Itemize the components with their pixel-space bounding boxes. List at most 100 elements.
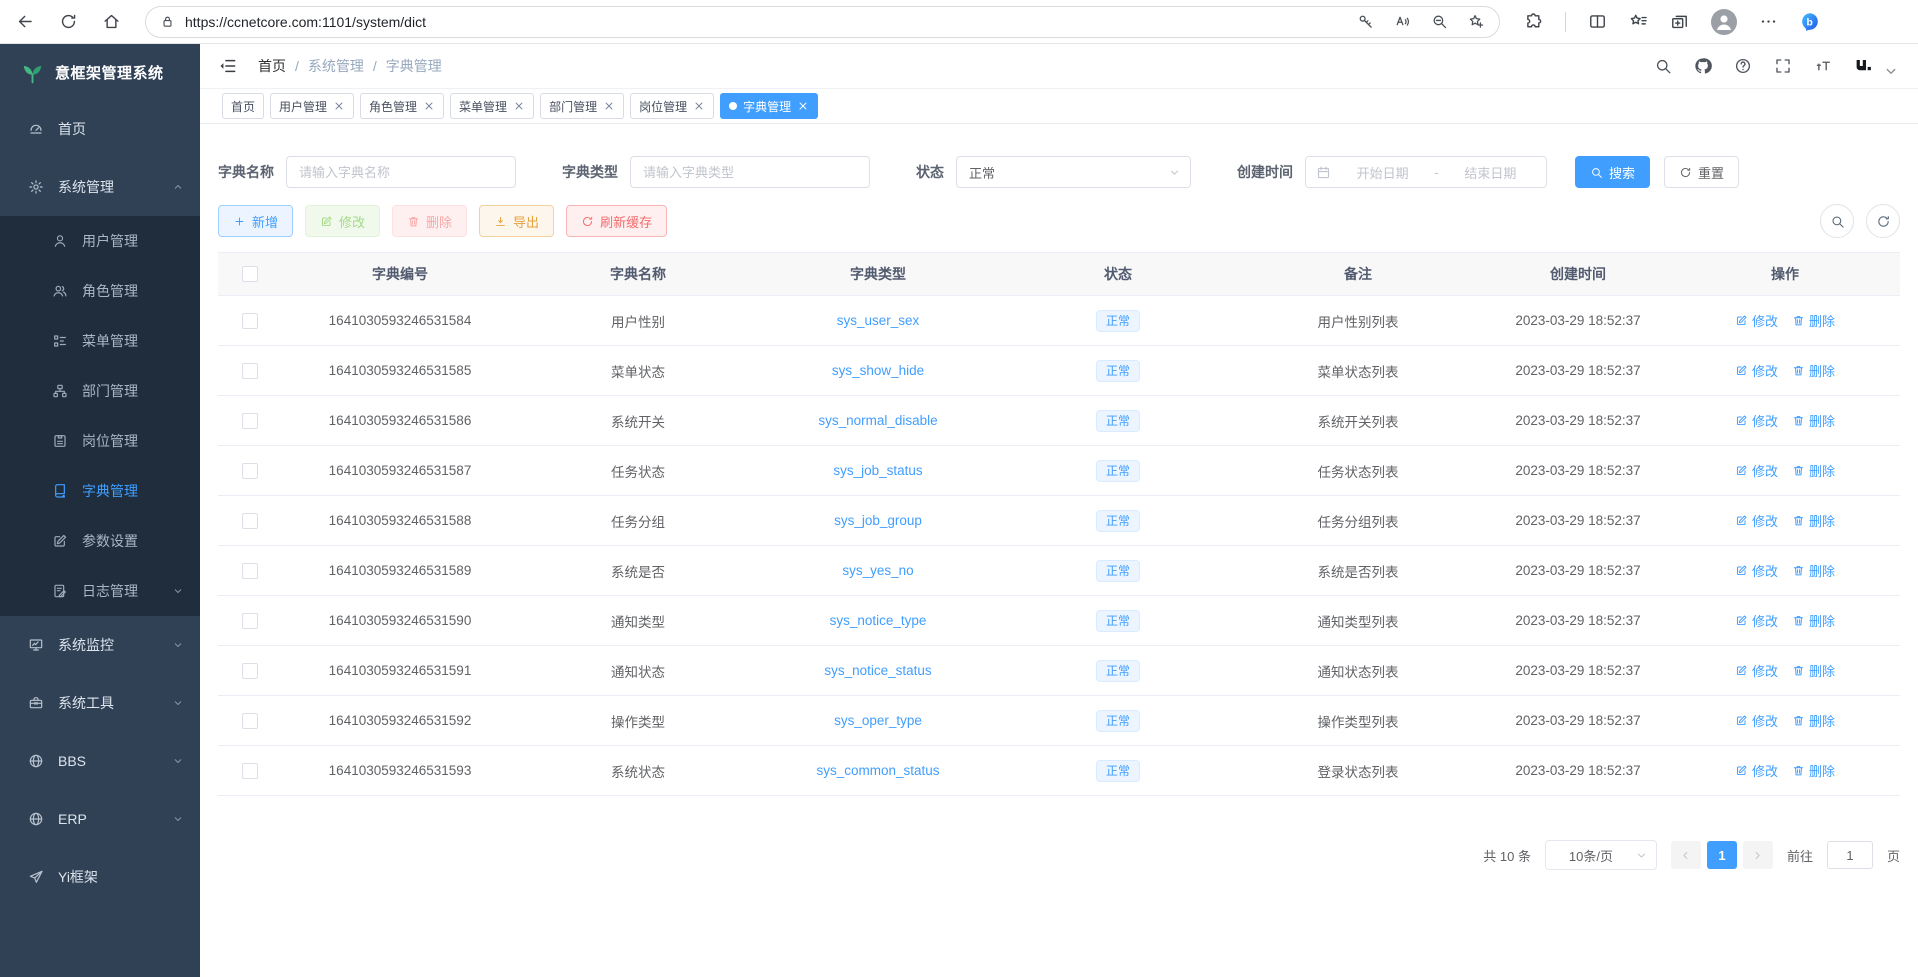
- delete-button[interactable]: 删除: [392, 205, 467, 237]
- row-edit-link[interactable]: 修改: [1735, 761, 1778, 780]
- sidebar-item-bbs[interactable]: BBS: [0, 732, 200, 790]
- row-checkbox[interactable]: [242, 763, 258, 779]
- extensions-icon[interactable]: [1524, 12, 1543, 31]
- favorites-icon[interactable]: [1629, 12, 1648, 31]
- row-edit-link[interactable]: 修改: [1735, 661, 1778, 680]
- tab-menu-mgmt[interactable]: 菜单管理: [450, 93, 534, 119]
- goto-page-input[interactable]: [1827, 841, 1873, 869]
- row-delete-link[interactable]: 删除: [1792, 761, 1835, 780]
- favorite-add-icon[interactable]: [1468, 13, 1485, 30]
- sidebar-item-post-mgmt[interactable]: 岗位管理: [0, 416, 200, 466]
- row-delete-link[interactable]: 删除: [1792, 611, 1835, 630]
- font-size-icon[interactable]: [1814, 57, 1832, 75]
- collections-icon[interactable]: [1670, 12, 1689, 31]
- zoom-out-icon[interactable]: [1431, 13, 1448, 30]
- sidebar-item-role-mgmt[interactable]: 角色管理: [0, 266, 200, 316]
- dict-type-link[interactable]: sys_common_status: [816, 763, 939, 778]
- browser-back-icon[interactable]: [16, 12, 35, 31]
- row-delete-link[interactable]: 删除: [1792, 711, 1835, 730]
- tab-dict-mgmt[interactable]: 字典管理: [720, 93, 818, 119]
- select-all-checkbox[interactable]: [242, 266, 258, 282]
- more-options-icon[interactable]: [1759, 12, 1778, 31]
- tab-dept-mgmt[interactable]: 部门管理: [540, 93, 624, 119]
- add-button[interactable]: 新增: [218, 205, 293, 237]
- row-delete-link[interactable]: 删除: [1792, 661, 1835, 680]
- row-delete-link[interactable]: 删除: [1792, 311, 1835, 330]
- dict-type-link[interactable]: sys_job_group: [834, 513, 922, 528]
- row-delete-link[interactable]: 删除: [1792, 561, 1835, 580]
- dict-type-link[interactable]: sys_show_hide: [832, 363, 924, 378]
- row-checkbox[interactable]: [242, 463, 258, 479]
- dict-type-link[interactable]: sys_yes_no: [842, 563, 913, 578]
- browser-refresh-icon[interactable]: [59, 12, 78, 31]
- password-key-icon[interactable]: [1357, 13, 1374, 30]
- row-edit-link[interactable]: 修改: [1735, 411, 1778, 430]
- dict-type-link[interactable]: sys_notice_status: [824, 663, 931, 678]
- sidebar-item-system-monitor[interactable]: 系统监控: [0, 616, 200, 674]
- sidebar-item-yi-framework[interactable]: Yi框架: [0, 848, 200, 906]
- edit-button[interactable]: 修改: [305, 205, 380, 237]
- profile-avatar[interactable]: [1711, 9, 1737, 35]
- search-button[interactable]: 搜索: [1575, 156, 1650, 188]
- sidebar-item-system-mgmt[interactable]: 系统管理: [0, 158, 200, 216]
- row-edit-link[interactable]: 修改: [1735, 361, 1778, 380]
- row-edit-link[interactable]: 修改: [1735, 711, 1778, 730]
- dict-type-link[interactable]: sys_normal_disable: [818, 413, 937, 428]
- header-search-icon[interactable]: [1654, 57, 1672, 75]
- row-delete-link[interactable]: 删除: [1792, 361, 1835, 380]
- row-checkbox[interactable]: [242, 363, 258, 379]
- dict-type-link[interactable]: sys_oper_type: [834, 713, 922, 728]
- page-number-button[interactable]: 1: [1707, 841, 1737, 869]
- address-bar[interactable]: https://ccnetcore.com:1101/system/dict: [145, 6, 1500, 38]
- show-search-button[interactable]: [1820, 204, 1854, 238]
- prev-page-button[interactable]: [1671, 841, 1701, 869]
- fullscreen-icon[interactable]: [1774, 57, 1792, 75]
- dict-type-link[interactable]: sys_user_sex: [837, 313, 920, 328]
- row-delete-link[interactable]: 删除: [1792, 411, 1835, 430]
- row-edit-link[interactable]: 修改: [1735, 511, 1778, 530]
- row-edit-link[interactable]: 修改: [1735, 461, 1778, 480]
- page-size-select[interactable]: 10条/页: [1545, 840, 1657, 870]
- export-button[interactable]: 导出: [479, 205, 554, 237]
- bing-chat-icon[interactable]: b: [1800, 12, 1819, 31]
- sidebar-item-param-config[interactable]: 参数设置: [0, 516, 200, 566]
- reset-button[interactable]: 重置: [1664, 156, 1739, 188]
- tab-home[interactable]: 首页: [222, 93, 264, 119]
- github-icon[interactable]: [1694, 57, 1712, 75]
- dict-name-input[interactable]: [286, 156, 516, 188]
- row-checkbox[interactable]: [242, 563, 258, 579]
- sidebar-item-user-mgmt[interactable]: 用户管理: [0, 216, 200, 266]
- next-page-button[interactable]: [1743, 841, 1773, 869]
- help-icon[interactable]: [1734, 57, 1752, 75]
- sidebar-fold-icon[interactable]: [218, 56, 238, 76]
- row-checkbox[interactable]: [242, 613, 258, 629]
- row-edit-link[interactable]: 修改: [1735, 311, 1778, 330]
- user-logo-avatar[interactable]: [1854, 57, 1872, 75]
- dict-type-input[interactable]: [630, 156, 870, 188]
- sidebar-item-erp[interactable]: ERP: [0, 790, 200, 848]
- row-edit-link[interactable]: 修改: [1735, 611, 1778, 630]
- sidebar-item-dict-mgmt[interactable]: 字典管理: [0, 466, 200, 516]
- tab-role-mgmt[interactable]: 角色管理: [360, 93, 444, 119]
- refresh-table-button[interactable]: [1866, 204, 1900, 238]
- tab-post-mgmt[interactable]: 岗位管理: [630, 93, 714, 119]
- date-range-input[interactable]: 开始日期 - 结束日期: [1305, 156, 1547, 188]
- split-screen-icon[interactable]: [1588, 12, 1607, 31]
- breadcrumb-home[interactable]: 首页: [258, 56, 286, 76]
- row-delete-link[interactable]: 删除: [1792, 511, 1835, 530]
- dict-type-link[interactable]: sys_job_status: [833, 463, 922, 478]
- app-logo[interactable]: 意框架管理系统: [0, 44, 200, 100]
- sidebar-item-system-tools[interactable]: 系统工具: [0, 674, 200, 732]
- sidebar-item-log-mgmt[interactable]: 日志管理: [0, 566, 200, 616]
- row-checkbox[interactable]: [242, 513, 258, 529]
- row-checkbox[interactable]: [242, 713, 258, 729]
- browser-home-icon[interactable]: [102, 12, 121, 31]
- sidebar-item-home[interactable]: 首页: [0, 100, 200, 158]
- tab-user-mgmt[interactable]: 用户管理: [270, 93, 354, 119]
- sidebar-item-dept-mgmt[interactable]: 部门管理: [0, 366, 200, 416]
- read-aloud-icon[interactable]: [1394, 13, 1411, 30]
- sidebar-item-menu-mgmt[interactable]: 菜单管理: [0, 316, 200, 366]
- row-checkbox[interactable]: [242, 413, 258, 429]
- row-edit-link[interactable]: 修改: [1735, 561, 1778, 580]
- row-delete-link[interactable]: 删除: [1792, 461, 1835, 480]
